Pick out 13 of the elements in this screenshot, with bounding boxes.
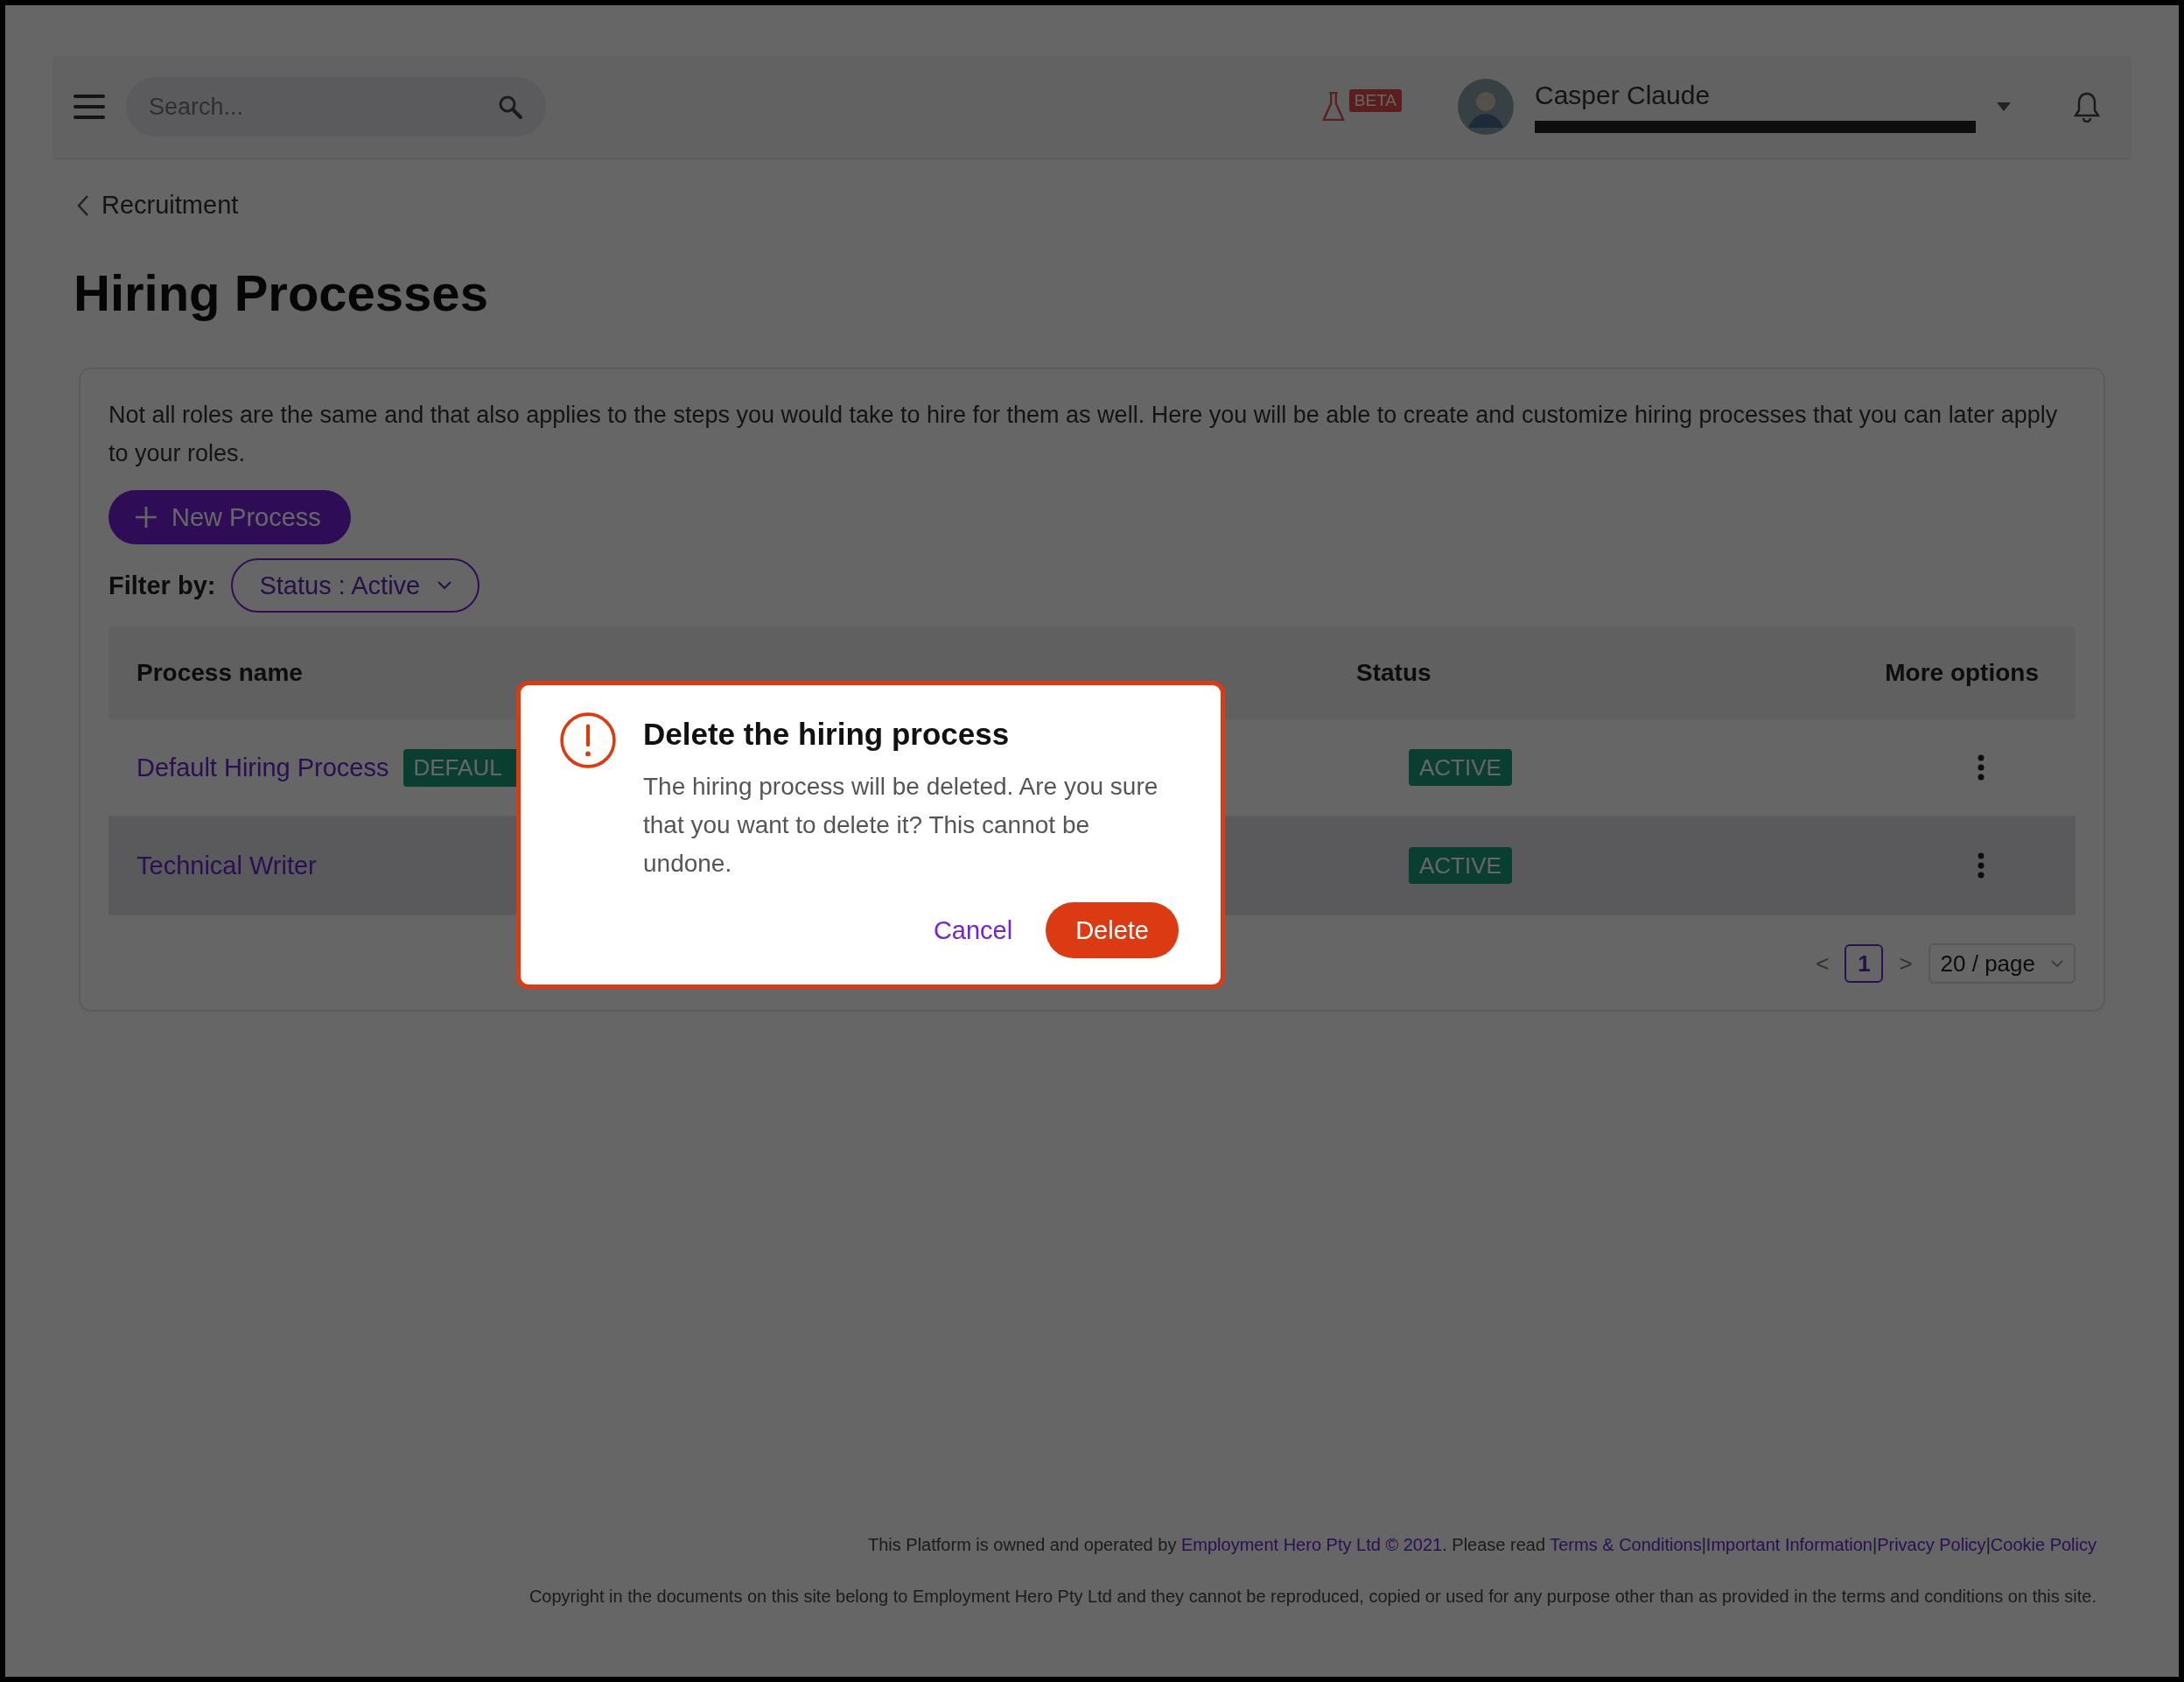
- copyright-text: Copyright in the documents on this site belong to Employment Hero Pty Ltd and they cannot be reproduced, copied or used for any purpose other than as provided in the terms and conditions on this site.: [528, 1587, 2096, 1607]
- column-header: Status: [1356, 659, 1432, 687]
- dialog-message: The hiring process will be deleted. Are you sure that you want to delete it? This cannot be undone.: [643, 772, 1159, 879]
- column-header: Process name: [136, 659, 304, 687]
- status-badge: ACTIVE: [1409, 846, 1512, 884]
- beta-badge: BETA: [1348, 89, 1402, 112]
- page-title: Hiring Processes: [74, 263, 489, 322]
- column-header: More options: [1884, 659, 2040, 687]
- filter-label: Filter by:: [108, 571, 216, 600]
- description: Not all roles are the same and that also applies to the steps you would take to hire for them as well. Here you will be able to create and customize hiring processes that you can later apply to your roles.: [108, 401, 2059, 468]
- status-badge: ACTIVE: [1409, 748, 1512, 786]
- footer-notice: This Platform is owned and operated by Employment Hero Pty Ltd © 2021. Please read Terms & Conditions|Important Information|Privacy Policy|Cookie Policy: [867, 1535, 2096, 1555]
- dialog-title: Delete the hiring process: [643, 717, 1011, 752]
